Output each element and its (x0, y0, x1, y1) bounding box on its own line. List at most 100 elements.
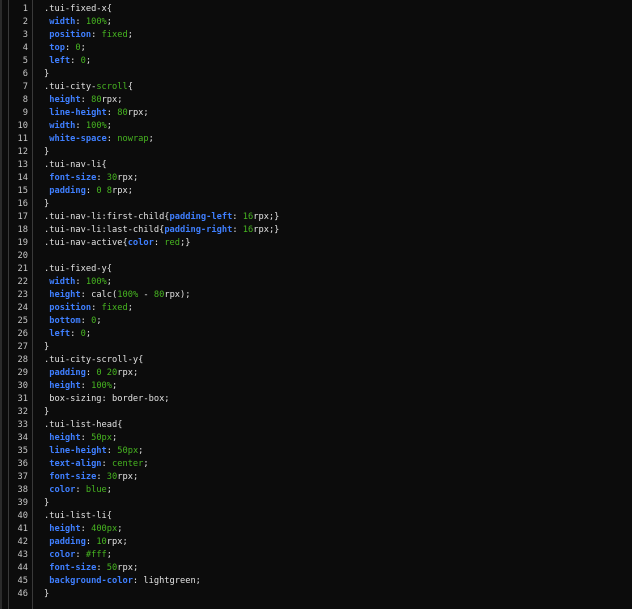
code-line[interactable]: 43 color: #fff; (2, 549, 632, 562)
css-value: 50 (106, 563, 118, 573)
css-punctuation: : (106, 134, 118, 144)
code-line[interactable]: 21 .tui-fixed-y{ (2, 263, 632, 276)
code-line[interactable]: 25 bottom: 0; (2, 315, 632, 328)
code-text: left: 0; (28, 55, 91, 68)
code-text: } (28, 588, 49, 601)
css-punctuation: rpx; (101, 95, 123, 105)
css-selector: .tui-city-scroll-y{ (44, 355, 144, 365)
line-number: 45 (17, 576, 28, 586)
code-line[interactable]: 23 height: calc(100% - 80rpx); (2, 289, 632, 302)
code-text: } (28, 146, 49, 159)
code-line[interactable]: 41 height: 400px; (2, 523, 632, 536)
code-line[interactable]: 2 width: 100%; (2, 16, 632, 29)
code-line[interactable]: 3 position: fixed; (2, 29, 632, 42)
code-line[interactable]: 20 (2, 250, 632, 263)
css-punctuation: rpx;} (253, 225, 280, 235)
code-line[interactable]: 4 top: 0; (2, 42, 632, 55)
line-number: 1 (22, 4, 28, 14)
code-line[interactable]: 9 line-height: 80rpx; (2, 107, 632, 120)
code-line[interactable]: 15 padding: 0 8rpx; (2, 185, 632, 198)
code-line[interactable]: 10 width: 100%; (2, 120, 632, 133)
css-property: height (49, 381, 81, 391)
line-number: 44 (17, 563, 28, 573)
css-property: font-size (49, 173, 97, 183)
code-line[interactable]: 45 background-color: lightgreen; (2, 575, 632, 588)
line-number: 6 (22, 69, 28, 79)
css-punctuation: ; (106, 550, 113, 560)
css-selector: { (127, 82, 133, 92)
code-line[interactable]: 24 position: fixed; (2, 302, 632, 315)
code-line[interactable]: 7 .tui-city-scroll{ (2, 81, 632, 94)
css-selector: .tui-nav-li{ (44, 160, 107, 170)
css-value: 50px (91, 433, 113, 443)
code-line[interactable]: 5 left: 0; (2, 55, 632, 68)
css-punctuation: ; (143, 459, 149, 469)
code-line[interactable]: 12} (2, 146, 632, 159)
code-line[interactable]: 28 .tui-city-scroll-y{ (2, 354, 632, 367)
css-selector: .tui-list-li{ (44, 511, 112, 521)
css-punctuation: : (101, 459, 113, 469)
code-line[interactable]: 30 height: 100%; (2, 380, 632, 393)
line-number: 29 (17, 368, 28, 378)
css-punctuation: rpx; (117, 563, 139, 573)
css-value: #fff (85, 550, 107, 560)
code-line[interactable]: 37 font-size: 30rpx; (2, 471, 632, 484)
code-line[interactable]: 42 padding: 10rpx; (2, 536, 632, 549)
code-line[interactable]: 34 height: 50px; (2, 432, 632, 445)
code-line[interactable]: 1 .tui-fixed-x{ (2, 3, 632, 16)
code-line[interactable]: 22 width: 100%; (2, 276, 632, 289)
css-value: 100% (85, 17, 107, 27)
css-selector: } (44, 589, 50, 599)
css-punctuation: : (80, 95, 92, 105)
line-number: 46 (17, 589, 28, 599)
css-selector: .tui-fixed-x{ (44, 4, 112, 14)
code-line[interactable]: 27} (2, 341, 632, 354)
code-text: height: 50px; (28, 432, 117, 445)
code-line[interactable]: 38 color: blue; (2, 484, 632, 497)
css-punctuation: : lightgreen; (132, 576, 201, 586)
code-line[interactable]: 14 font-size: 30rpx; (2, 172, 632, 185)
code-line[interactable]: 16} (2, 198, 632, 211)
code-line[interactable]: 40 .tui-list-li{ (2, 510, 632, 523)
line-number: 18 (17, 225, 28, 235)
css-property: text-align (49, 459, 102, 469)
css-punctuation: ; (106, 485, 113, 495)
code-text: background-color: lightgreen; (28, 575, 201, 588)
css-property: height (49, 95, 81, 105)
css-punctuation: : (75, 17, 86, 27)
code-line[interactable]: 18 .tui-nav-li:last-child{padding-right: … (2, 224, 632, 237)
code-text: bottom: 0; (28, 315, 101, 328)
code-line[interactable]: 31 box-sizing: border-box; (2, 393, 632, 406)
code-line[interactable]: 36 text-align: center; (2, 458, 632, 471)
code-line[interactable]: 26 left: 0; (2, 328, 632, 341)
line-number: 34 (17, 433, 28, 443)
code-line[interactable]: 44 font-size: 50rpx; (2, 562, 632, 575)
code-line[interactable]: 17 .tui-nav-li:first-child{padding-left: … (2, 211, 632, 224)
code-editor[interactable]: 1 .tui-fixed-x{ 2 width: 100%; 3 position: … (0, 0, 632, 609)
code-text: padding: 0 8rpx; (28, 185, 133, 198)
code-line[interactable]: 11 white-space: nowrap; (2, 133, 632, 146)
code-line[interactable]: 46} (2, 588, 632, 601)
code-line[interactable]: 39} (2, 497, 632, 510)
css-property: height (49, 290, 81, 300)
css-punctuation: ; (112, 433, 118, 443)
code-line[interactable]: 32} (2, 406, 632, 419)
css-property: color (49, 485, 76, 495)
code-text: .tui-fixed-x{ (28, 3, 112, 16)
code-lines[interactable]: 1 .tui-fixed-x{ 2 width: 100%; 3 position: … (2, 3, 632, 601)
code-line[interactable]: 33 .tui-list-head{ (2, 419, 632, 432)
css-property: width (49, 17, 76, 27)
css-selector: } (44, 407, 50, 417)
code-line[interactable]: 29 padding: 0 20rpx; (2, 367, 632, 380)
css-selector: .tui-fixed-y{ (44, 264, 112, 274)
code-line[interactable]: 19 .tui-nav-active{color: red;} (2, 237, 632, 250)
code-line[interactable]: 13 .tui-nav-li{ (2, 159, 632, 172)
css-selector: .tui-nav-li:last-child{ (44, 225, 165, 235)
line-number: 41 (17, 524, 28, 534)
code-line[interactable]: 6} (2, 68, 632, 81)
css-value: fixed (101, 303, 128, 313)
code-line[interactable]: 8 height: 80rpx; (2, 94, 632, 107)
code-line[interactable]: 35 line-height: 50px; (2, 445, 632, 458)
css-value: 400px (91, 524, 118, 534)
